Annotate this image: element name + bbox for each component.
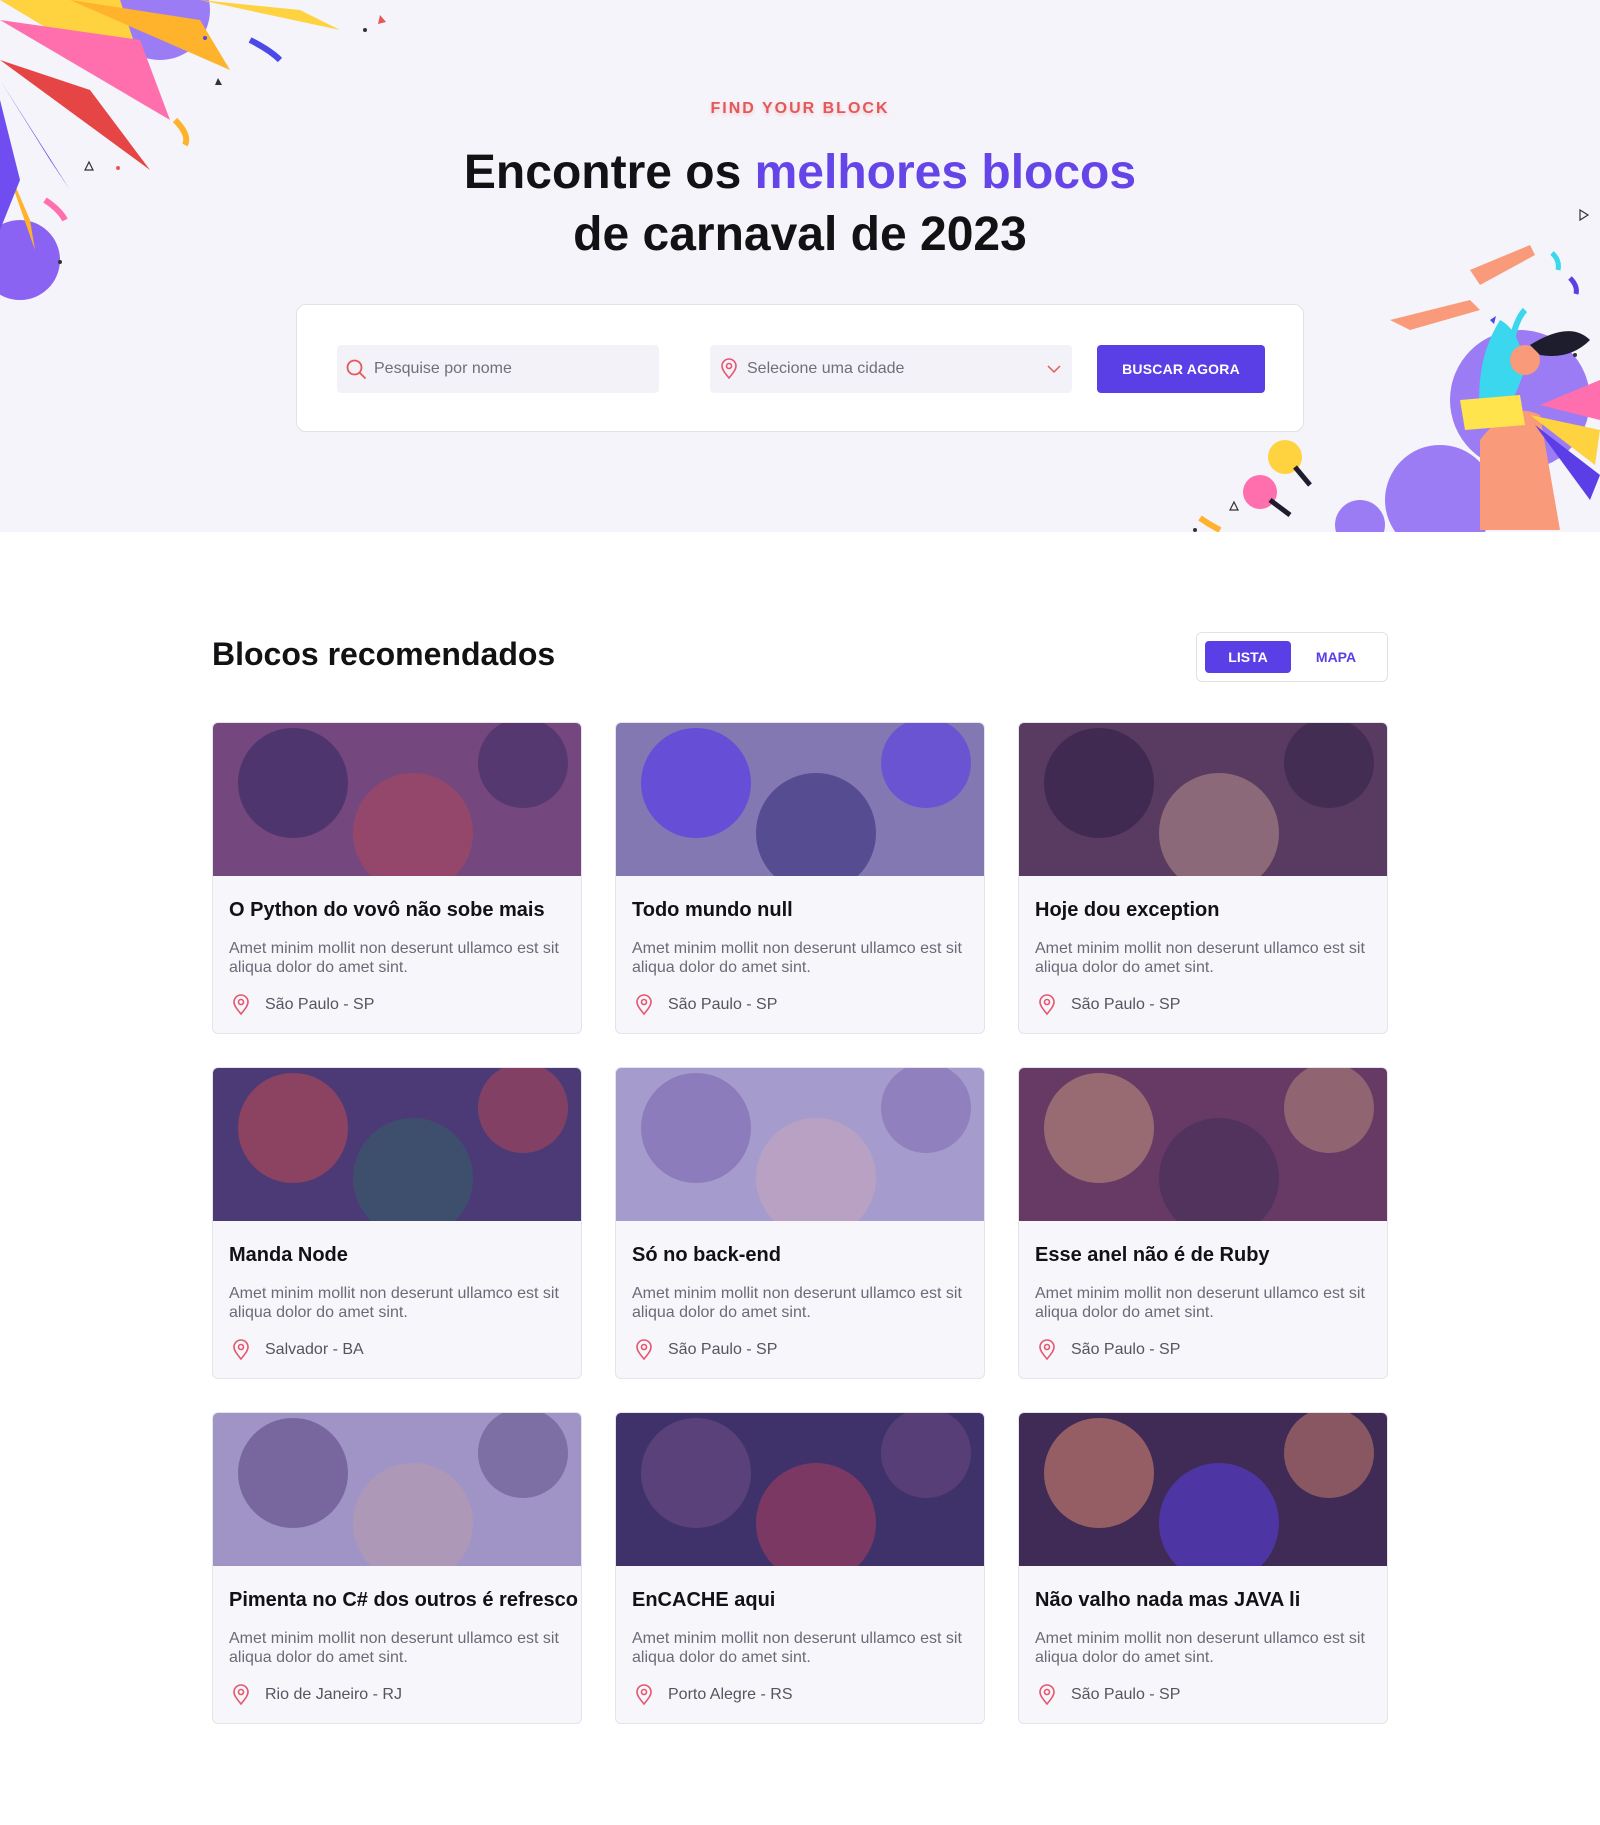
block-title: Manda Node — [229, 1244, 348, 1266]
search-input[interactable]: Pesquise por nome — [337, 345, 659, 393]
block-photo — [1019, 723, 1387, 876]
search-icon — [338, 345, 374, 393]
hero-eyebrow: FIND YOUR BLOCK — [710, 100, 890, 117]
block-description: Amet minim mollit non deserunt ullamco e… — [1035, 940, 1365, 976]
block-card[interactable]: EnCACHE aqui Amet minim mollit non deseru… — [615, 1412, 985, 1724]
page-title: Encontre os melhores blocos de carnaval … — [0, 142, 1600, 266]
block-description: Amet minim mollit non deserunt ullamco e… — [632, 940, 962, 976]
block-location-text: São Paulo - SP — [1071, 996, 1181, 1013]
section-title: Blocos recomendados — [212, 636, 556, 672]
title-part-2: de carnaval de 2023 — [573, 208, 1027, 261]
block-photo — [213, 1068, 581, 1221]
block-title: Não valho nada mas JAVA li — [1035, 1589, 1301, 1611]
block-location-text: São Paulo - SP — [668, 996, 778, 1013]
search-button[interactable]: BUSCAR AGORA — [1097, 345, 1265, 393]
block-title: Todo mundo null — [632, 899, 793, 921]
block-photo — [616, 1413, 984, 1566]
block-location: São Paulo - SP — [229, 993, 374, 1017]
block-location: São Paulo - SP — [1035, 1338, 1180, 1362]
block-description: Amet minim mollit non deserunt ullamco e… — [1035, 1630, 1365, 1666]
search-panel: Pesquise por nome Selecione uma cidade B… — [296, 304, 1304, 432]
chevron-down-icon — [1047, 365, 1061, 374]
block-card[interactable]: Manda Node Amet minim mollit non deserunt… — [212, 1067, 582, 1379]
block-title: Esse anel não é de Ruby — [1035, 1244, 1270, 1266]
map-pin-icon — [1035, 1338, 1071, 1362]
block-location-text: Porto Alegre - RS — [668, 1686, 793, 1703]
block-card[interactable]: Todo mundo null Amet minim mollit non des… — [615, 722, 985, 1034]
block-location-text: São Paulo - SP — [668, 1341, 778, 1358]
block-location: Rio de Janeiro - RJ — [229, 1683, 402, 1707]
block-location: Porto Alegre - RS — [632, 1683, 793, 1707]
map-pin-icon — [632, 993, 668, 1017]
block-title: O Python do vovô não sobe mais — [229, 899, 545, 921]
block-location-text: Rio de Janeiro - RJ — [265, 1686, 402, 1703]
block-card[interactable]: Não valho nada mas JAVA li Amet minim mol… — [1018, 1412, 1388, 1724]
map-pin-icon — [632, 1683, 668, 1707]
block-card[interactable]: Só no back-end Amet minim mollit non dese… — [615, 1067, 985, 1379]
block-title: EnCACHE aqui — [632, 1589, 776, 1611]
block-card[interactable]: Pimenta no C# dos outros é refresco Amet … — [212, 1412, 582, 1724]
block-photo — [616, 1068, 984, 1221]
block-description: Amet minim mollit non deserunt ullamco e… — [229, 940, 559, 976]
search-placeholder: Pesquise por nome — [374, 360, 512, 377]
hero-section: FIND YOUR BLOCK Encontre os melhores blo… — [0, 0, 1600, 532]
map-pin-icon — [229, 1338, 265, 1362]
block-card[interactable]: O Python do vovô não sobe mais Amet minim… — [212, 722, 582, 1034]
map-pin-icon — [1035, 1683, 1071, 1707]
block-card[interactable]: Hoje dou exception Amet minim mollit non … — [1018, 722, 1388, 1034]
block-title: Só no back-end — [632, 1244, 781, 1266]
block-location: São Paulo - SP — [632, 1338, 777, 1362]
block-description: Amet minim mollit non deserunt ullamco e… — [632, 1285, 962, 1321]
block-location: São Paulo - SP — [1035, 1683, 1180, 1707]
block-photo — [616, 723, 984, 876]
block-location: Salvador - BA — [229, 1338, 364, 1362]
block-title: Hoje dou exception — [1035, 899, 1220, 921]
block-location-text: São Paulo - SP — [1071, 1686, 1181, 1703]
block-description: Amet minim mollit non deserunt ullamco e… — [229, 1630, 559, 1666]
block-location-text: Salvador - BA — [265, 1341, 364, 1358]
block-photo — [213, 723, 581, 876]
view-toggle: LISTA MAPA — [1196, 632, 1388, 682]
block-description: Amet minim mollit non deserunt ullamco e… — [1035, 1285, 1365, 1321]
block-photo — [1019, 1413, 1387, 1566]
block-description: Amet minim mollit non deserunt ullamco e… — [229, 1285, 559, 1321]
block-location-text: São Paulo - SP — [1071, 1341, 1181, 1358]
toggle-map-button[interactable]: MAPA — [1293, 641, 1379, 673]
block-photo — [1019, 1068, 1387, 1221]
map-pin-icon — [632, 1338, 668, 1362]
city-placeholder: Selecione uma cidade — [747, 360, 905, 377]
map-pin-icon — [229, 993, 265, 1017]
block-description: Amet minim mollit non deserunt ullamco e… — [632, 1630, 962, 1666]
city-select[interactable]: Selecione uma cidade — [710, 345, 1072, 393]
block-card[interactable]: Esse anel não é de Ruby Amet minim mollit… — [1018, 1067, 1388, 1379]
title-accent: melhores blocos — [754, 146, 1137, 199]
block-photo — [213, 1413, 581, 1566]
block-location: São Paulo - SP — [632, 993, 777, 1017]
block-location-text: São Paulo - SP — [265, 996, 375, 1013]
map-pin-icon — [229, 1683, 265, 1707]
toggle-list-button[interactable]: LISTA — [1205, 641, 1291, 673]
map-pin-icon — [1035, 993, 1071, 1017]
block-title: Pimenta no C# dos outros é refresco — [229, 1589, 578, 1611]
map-pin-icon — [711, 345, 747, 393]
block-location: São Paulo - SP — [1035, 993, 1180, 1017]
title-part-1: Encontre os — [463, 146, 755, 199]
